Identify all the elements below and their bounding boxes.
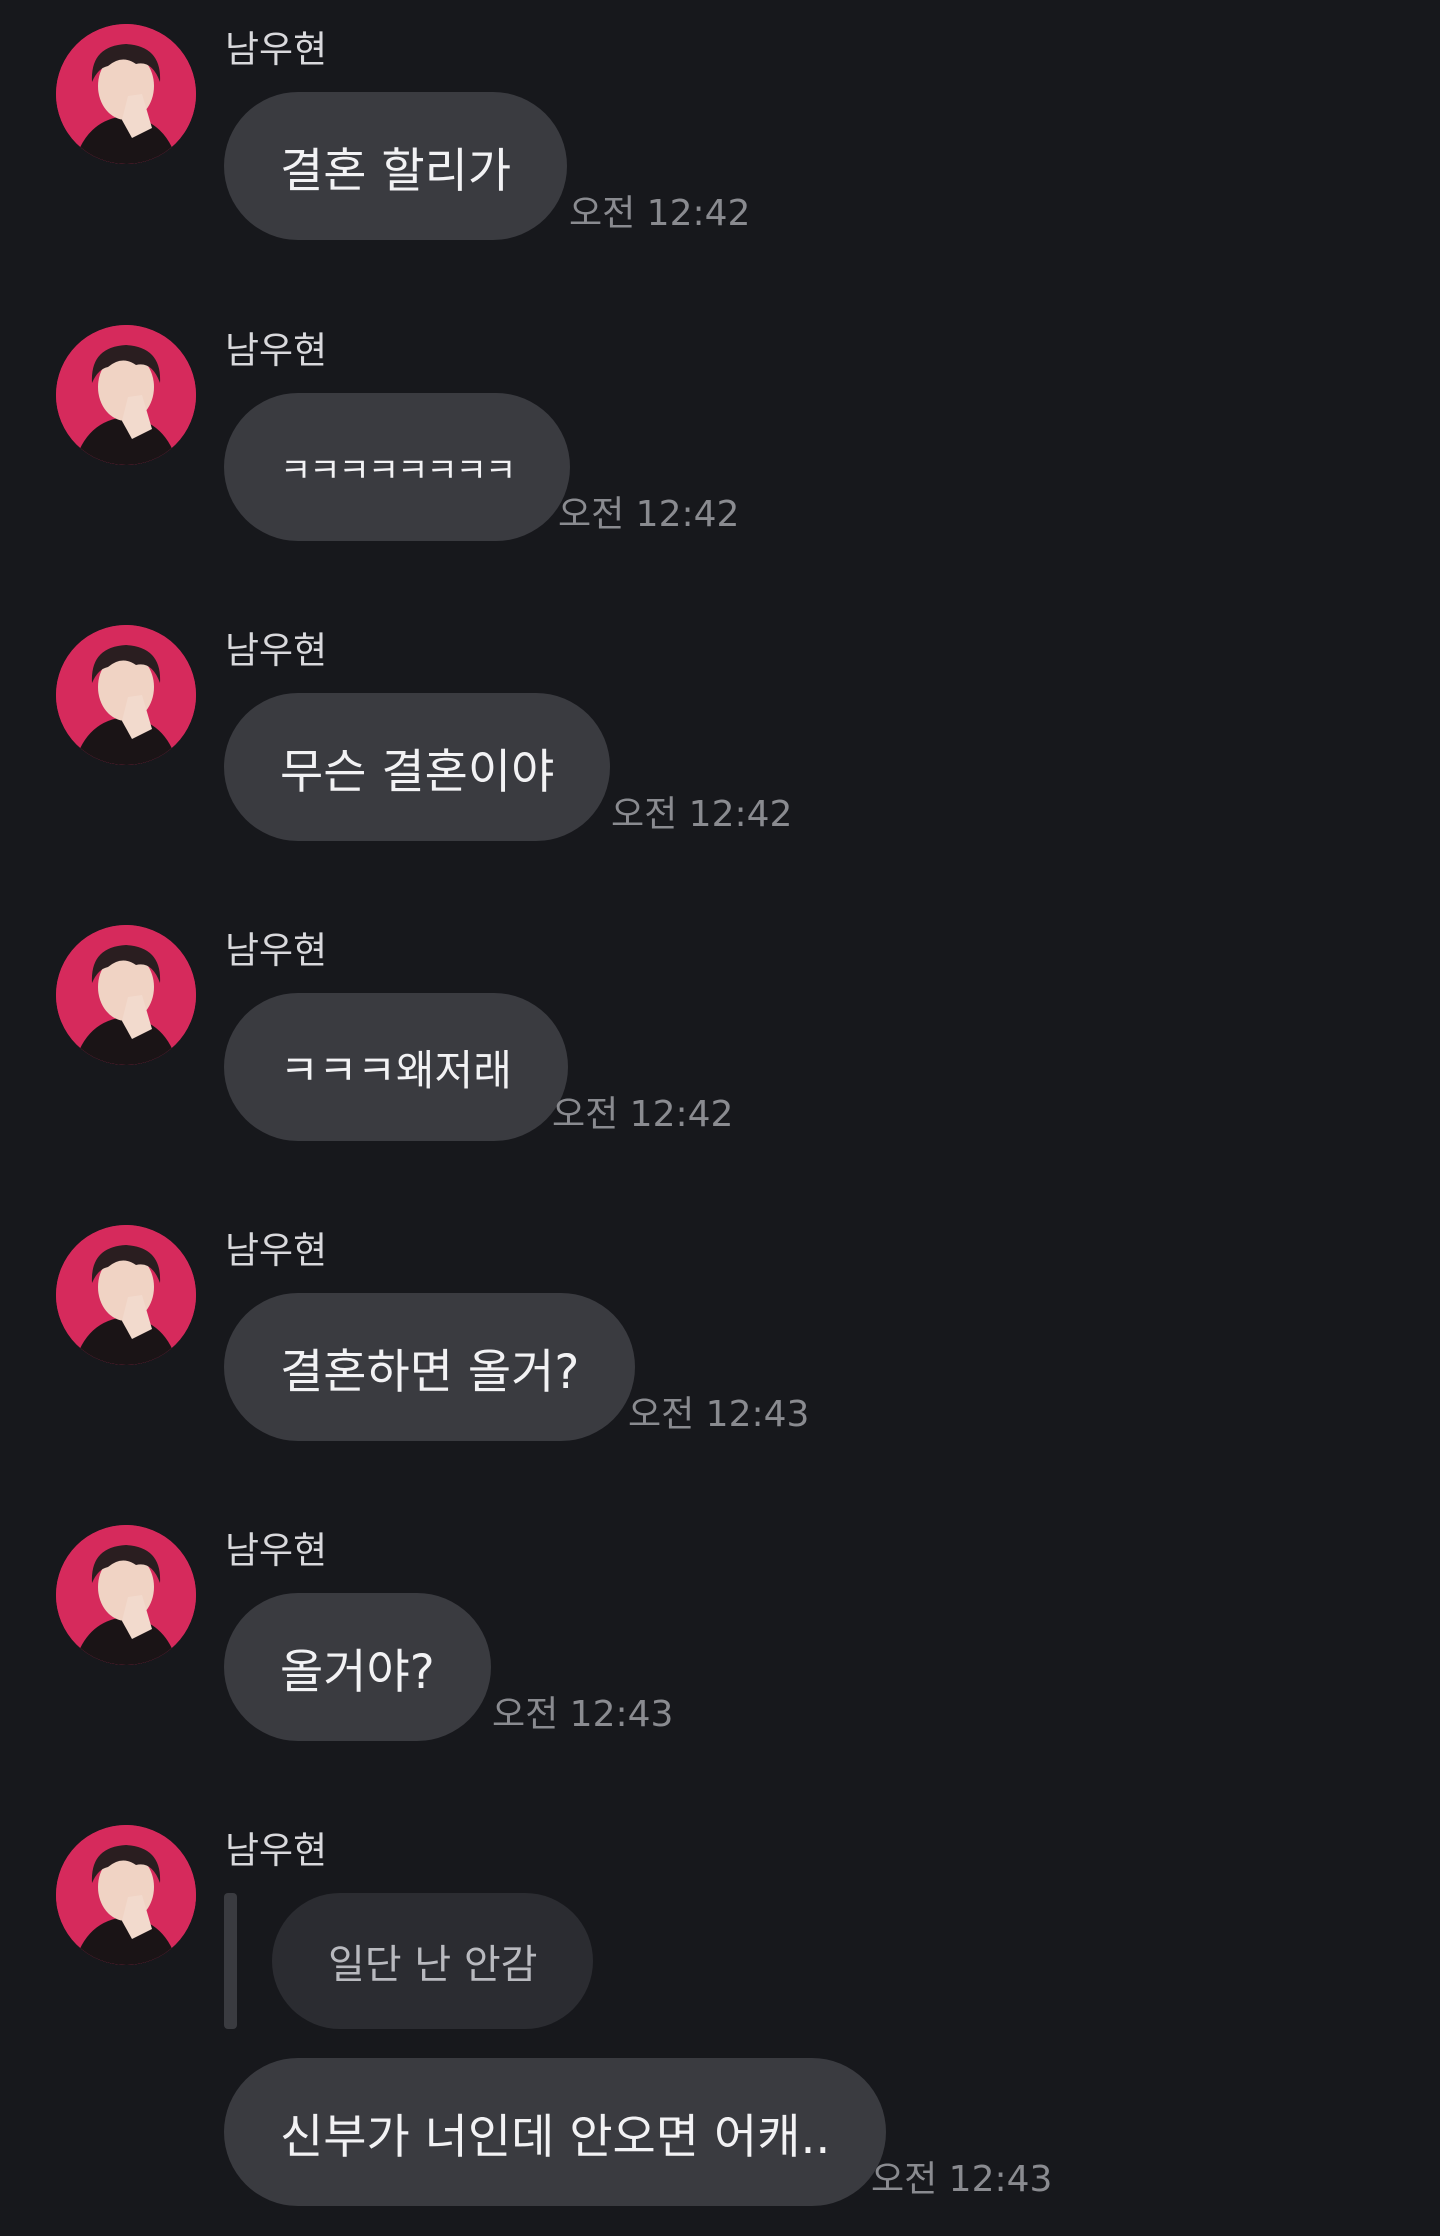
message-bubble[interactable]: 결혼하면 올거? (224, 1293, 636, 1441)
profile-photo-icon (56, 1225, 196, 1365)
profile-photo-icon (56, 1825, 196, 1965)
message-group: 남우현 일단 난 안감 신부가 너인데 안오면 어캐.. 오전 12:43 (0, 1801, 1440, 2236)
message-time: 오전 12:42 (552, 1094, 734, 1135)
message-group: 남우현 ㅋㅋㅋ왜저래 오전 12:42 (0, 901, 1440, 1201)
message-bubble[interactable]: 신부가 너인데 안오면 어캐.. (224, 2058, 887, 2206)
profile-photo-icon (56, 1525, 196, 1665)
avatar[interactable] (56, 625, 196, 765)
message-group: 남우현 무슨 결혼이야 오전 12:42 (0, 601, 1440, 901)
reply-quote-bubble[interactable]: 일단 난 안감 (272, 1893, 594, 2029)
profile-photo-icon (56, 325, 196, 465)
sender-name: 남우현 (225, 28, 328, 71)
message-time: 오전 12:42 (558, 494, 740, 535)
message-time: 오전 12:43 (492, 1694, 674, 1735)
avatar[interactable] (56, 325, 196, 465)
message-group: 남우현 ㅋㅋㅋㅋㅋㅋㅋㅋ 오전 12:42 (0, 301, 1440, 601)
avatar[interactable] (56, 1525, 196, 1665)
sender-name: 남우현 (225, 629, 328, 672)
message-group: 남우현 결혼 할리가 오전 12:42 (0, 0, 1440, 300)
sender-name: 남우현 (225, 1229, 328, 1272)
sender-name: 남우현 (225, 1829, 328, 1872)
message-time: 오전 12:43 (628, 1394, 810, 1435)
message-group: 남우현 올거야? 오전 12:43 (0, 1501, 1440, 1801)
message-bubble[interactable]: ㅋㅋㅋㅋㅋㅋㅋㅋ (224, 393, 571, 541)
avatar[interactable] (56, 1225, 196, 1365)
avatar[interactable] (56, 1825, 196, 1965)
message-group: 남우현 결혼하면 올거? 오전 12:43 (0, 1201, 1440, 1501)
message-time: 오전 12:43 (871, 2159, 1053, 2200)
sender-name: 남우현 (225, 929, 328, 972)
sender-name: 남우현 (225, 1529, 328, 1572)
message-bubble[interactable]: ㅋㅋㅋ왜저래 (224, 993, 568, 1141)
reply-quote-bar (224, 1893, 237, 2029)
avatar[interactable] (56, 24, 196, 164)
message-time: 오전 12:42 (569, 193, 751, 234)
message-time: 오전 12:42 (611, 794, 793, 835)
avatar[interactable] (56, 925, 196, 1065)
message-bubble[interactable]: 올거야? (224, 1593, 491, 1741)
message-bubble[interactable]: 결혼 할리가 (224, 92, 568, 240)
message-bubble[interactable]: 무슨 결혼이야 (224, 693, 611, 841)
sender-name: 남우현 (225, 329, 328, 372)
profile-photo-icon (56, 925, 196, 1065)
profile-photo-icon (56, 625, 196, 765)
profile-photo-icon (56, 24, 196, 164)
